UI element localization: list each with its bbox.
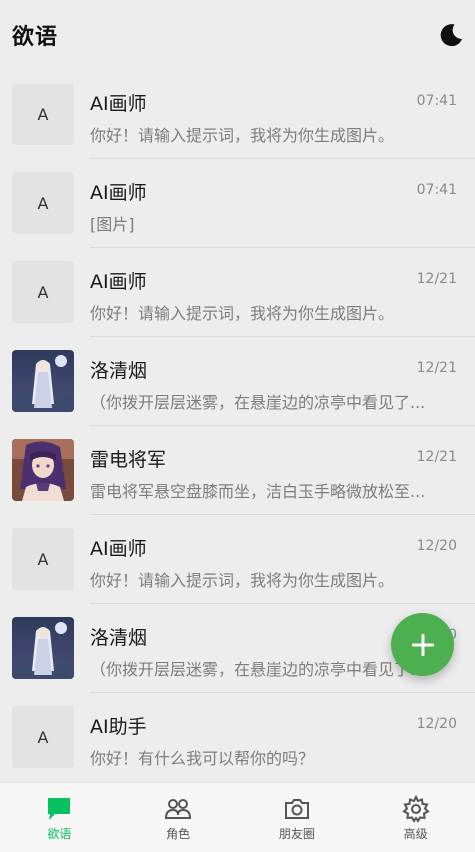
chat-list-item[interactable]: 洛清烟 12/21 （你拨开层层迷雾，在悬崖边的凉亭中看见了... — [0, 337, 475, 426]
chat-list-item[interactable]: A AI画师 07:41 你好！请输入提示词，我将为你生成图片。 — [0, 70, 475, 159]
chat-time: 12/21 — [416, 271, 457, 287]
chat-name: AI画师 — [90, 538, 147, 560]
chat-list-item[interactable]: A AI画师 12/21 你好！请输入提示词，我将为你生成图片。 — [0, 248, 475, 337]
chat-time: 12/21 — [416, 449, 457, 465]
chat-preview: 你好！有什么我可以帮你的吗？ — [90, 749, 315, 768]
page-title: 欲语 — [12, 25, 59, 50]
avatar: A — [12, 706, 74, 768]
avatar-letter: A — [37, 282, 49, 302]
avatar-letter: A — [37, 549, 49, 569]
chat-content: AI助手 12/20 你好！有什么我可以帮你的吗？ — [90, 693, 475, 782]
tab-advanced[interactable]: 高级 — [356, 783, 475, 852]
tab-characters[interactable]: 角色 — [119, 783, 238, 852]
moon-icon[interactable] — [438, 22, 464, 48]
chat-preview: 你好！请输入提示词，我将为你生成图片。 — [90, 304, 395, 323]
chat-time: 07:41 — [416, 182, 457, 198]
tab-moments[interactable]: 朋友圈 — [238, 783, 357, 852]
chat-list-item[interactable]: A AI画师 12/20 你好！请输入提示词，我将为你生成图片。 — [0, 515, 475, 604]
chat-time: 12/21 — [416, 360, 457, 376]
avatar: A — [12, 172, 74, 234]
chat-time: 12/20 — [416, 538, 457, 554]
chat-preview: [图片] — [90, 215, 135, 234]
avatar — [12, 439, 74, 501]
chat-list-item[interactable]: A AI助手 12/20 你好！有什么我可以帮你的吗？ — [0, 693, 475, 782]
chat-content: AI画师 07:41 [图片] — [90, 159, 475, 248]
gear-icon — [401, 795, 430, 823]
new-chat-button[interactable] — [391, 613, 454, 676]
tab-label: 高级 — [403, 827, 428, 841]
tab-label: 角色 — [166, 827, 191, 841]
chat-preview: 雷电将军悬空盘膝而坐，洁白玉手略微放松至... — [90, 482, 426, 501]
character-avatar-image — [12, 617, 74, 679]
character-avatar-image — [12, 350, 74, 412]
avatar — [12, 350, 74, 412]
avatar-letter: A — [37, 104, 49, 124]
chat-name: 雷电将军 — [90, 449, 167, 471]
chat-preview: 你好！请输入提示词，我将为你生成图片。 — [90, 571, 395, 590]
chat-name: AI画师 — [90, 182, 147, 204]
avatar: A — [12, 83, 74, 145]
chat-time: 07:41 — [416, 93, 457, 109]
tab-chats[interactable]: 欲语 — [0, 783, 119, 852]
chat-name: 洛清烟 — [90, 360, 148, 382]
chat-list: A AI画师 07:41 你好！请输入提示词，我将为你生成图片。 A AI画师 … — [0, 70, 475, 782]
chat-preview: （你拨开层层迷雾，在悬崖边的凉亭中看见了... — [90, 393, 426, 412]
app-root: 欲语 A AI画师 07:41 你好！请输入提示词，我将为你生成图片。 A AI… — [0, 0, 475, 852]
avatar-letter: A — [37, 727, 49, 747]
header: 欲语 — [0, 0, 475, 70]
avatar — [12, 617, 74, 679]
character-avatar-image — [12, 439, 74, 501]
chat-name: 洛清烟 — [90, 627, 148, 649]
avatar-letter: A — [37, 193, 49, 213]
avatar: A — [12, 261, 74, 323]
chat-content: AI画师 12/20 你好！请输入提示词，我将为你生成图片。 — [90, 515, 475, 604]
tab-label: 朋友圈 — [278, 827, 315, 841]
avatar: A — [12, 528, 74, 590]
people-icon — [165, 799, 192, 819]
chat-name: AI画师 — [90, 93, 147, 115]
bottom-nav: 欲语 角色 朋友圈 高级 — [0, 782, 475, 852]
tab-label: 欲语 — [47, 827, 72, 841]
chat-content: 洛清烟 12/21 （你拨开层层迷雾，在悬崖边的凉亭中看见了... — [90, 337, 475, 426]
chat-content: 雷电将军 12/21 雷电将军悬空盘膝而坐，洁白玉手略微放松至... — [90, 426, 475, 515]
chat-name: AI画师 — [90, 271, 147, 293]
chat-bubble-icon — [48, 798, 71, 820]
chat-content: AI画师 07:41 你好！请输入提示词，我将为你生成图片。 — [90, 70, 475, 159]
chat-name: AI助手 — [90, 716, 147, 738]
chat-list-item[interactable]: A AI画师 07:41 [图片] — [0, 159, 475, 248]
chat-preview: 你好！请输入提示词，我将为你生成图片。 — [90, 126, 395, 145]
camera-icon — [284, 799, 309, 819]
chat-list-item[interactable]: 雷电将军 12/21 雷电将军悬空盘膝而坐，洁白玉手略微放松至... — [0, 426, 475, 515]
chat-content: AI画师 12/21 你好！请输入提示词，我将为你生成图片。 — [90, 248, 475, 337]
chat-time: 12/20 — [416, 716, 457, 732]
plus-icon — [411, 633, 434, 656]
